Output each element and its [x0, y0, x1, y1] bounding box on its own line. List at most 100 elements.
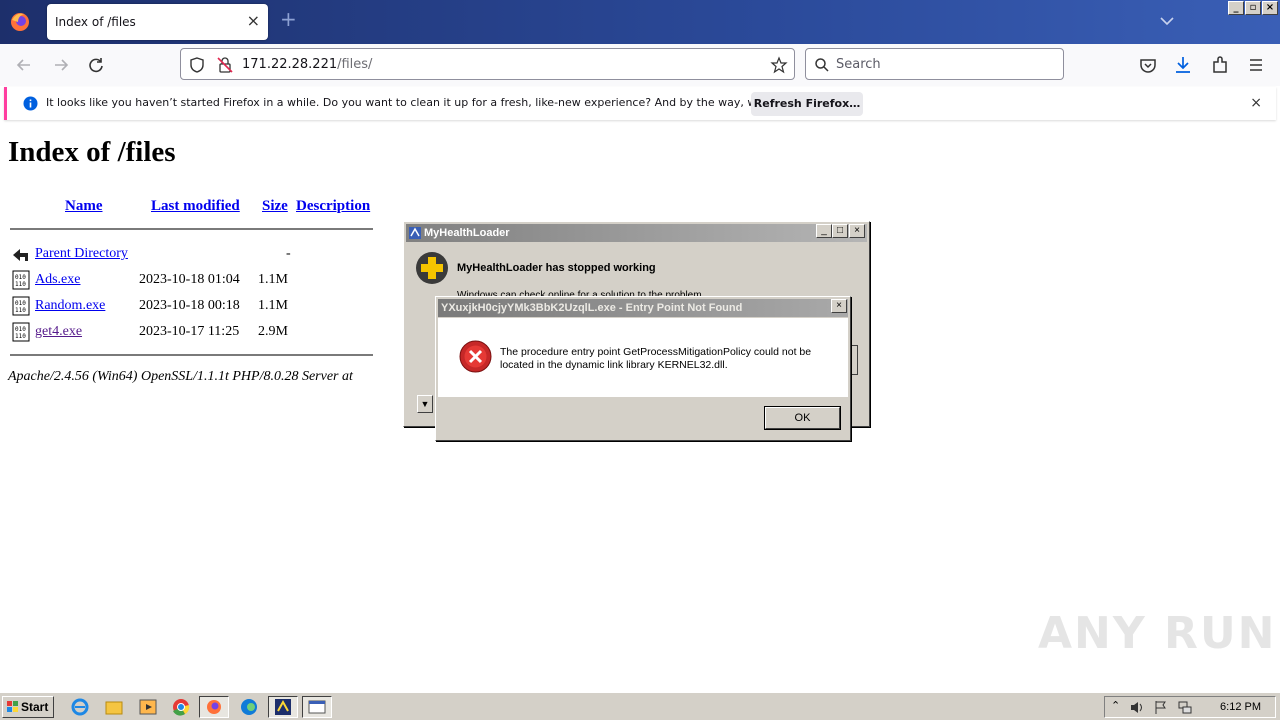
bookmark-star-icon[interactable]: [770, 56, 788, 74]
back-arrow-icon: [13, 249, 28, 261]
row-modified: 2023-10-18 00:18: [139, 298, 240, 313]
notification-text: It looks like you haven’t started Firefo…: [46, 96, 831, 109]
error-icon: [459, 340, 492, 373]
row-size: 2.9M: [258, 324, 288, 339]
url-text: 171.22.28.221/files/: [242, 57, 372, 72]
clock[interactable]: 6:12 PM: [1220, 701, 1261, 713]
hamburger-menu-icon[interactable]: [1245, 54, 1267, 76]
url-path: /files/: [337, 57, 373, 72]
server-signature: Apache/2.4.56 (Win64) OpenSSL/1.1.1t PHP…: [8, 369, 353, 384]
show-hidden-icons[interactable]: ⌃: [1111, 699, 1120, 712]
binary-file-icon: 010110: [12, 322, 30, 342]
start-label: Start: [21, 700, 49, 714]
error-dialog-title: YXuxjkH0cjyYMk3BbK2UzqlL.exe - Entry Poi…: [441, 302, 743, 314]
ok-button[interactable]: OK: [764, 406, 841, 430]
row-size: -: [286, 246, 291, 261]
svg-text:110: 110: [15, 281, 26, 288]
column-header-name[interactable]: Name: [65, 198, 103, 215]
tab-strip: Index of /files × + _ ▫ ×: [0, 0, 1280, 44]
flag-icon[interactable]: [1153, 700, 1169, 715]
insecure-lock-icon[interactable]: [216, 56, 234, 74]
row-size: 1.1M: [258, 272, 288, 287]
tab-active[interactable]: Index of /files ×: [47, 4, 268, 40]
svg-text:110: 110: [15, 333, 26, 340]
divider: [10, 354, 373, 356]
search-placeholder: Search: [836, 57, 881, 72]
anyrun-watermark: ANY RUN: [1038, 608, 1277, 659]
error-message: The procedure entry point GetProcessMiti…: [500, 346, 812, 371]
forward-icon[interactable]: [50, 54, 72, 76]
tab-title: Index of /files: [55, 15, 136, 29]
pocket-icon[interactable]: [1137, 54, 1159, 76]
svg-text:010: 010: [15, 326, 26, 333]
notification-close-button[interactable]: ×: [1250, 95, 1262, 111]
taskbar-myhealthloader[interactable]: [268, 696, 298, 718]
taskbar-firefox[interactable]: [199, 696, 229, 718]
error-close-button[interactable]: ×: [831, 299, 847, 313]
firefox-icon: [207, 700, 221, 714]
system-tray: ⌃ 6:12 PM: [1104, 696, 1276, 718]
chevron-down-icon[interactable]: [1158, 12, 1176, 30]
error-dialog-titlebar[interactable]: YXuxjkH0cjyYMk3BbK2UzqlL.exe - Entry Poi…: [438, 299, 848, 317]
edge-icon[interactable]: [238, 697, 260, 717]
column-header-last-modified[interactable]: Last modified: [151, 198, 240, 215]
info-icon: [23, 96, 38, 111]
reload-icon[interactable]: [85, 54, 107, 76]
folder-icon[interactable]: [103, 697, 125, 717]
file-link-get4-exe[interactable]: get4.exe: [35, 324, 82, 340]
window-icon: [308, 700, 326, 714]
error-dialog-body: The procedure entry point GetProcessMiti…: [438, 318, 848, 397]
crash-heading: MyHealthLoader has stopped working: [457, 262, 656, 274]
search-bar[interactable]: Search: [805, 48, 1064, 80]
parent-directory-link[interactable]: Parent Directory: [35, 246, 128, 262]
row-size: 1.1M: [258, 298, 288, 313]
close-window-button[interactable]: ×: [1262, 1, 1278, 15]
start-button[interactable]: Start: [2, 696, 54, 718]
taskbar: Start ⌃ 6:12 PM: [0, 692, 1280, 720]
page-title: Index of /files: [8, 136, 176, 168]
svg-text:110: 110: [15, 307, 26, 314]
binary-file-icon: 010110: [12, 296, 30, 316]
svg-text:010: 010: [15, 300, 26, 307]
details-toggle-button[interactable]: ▼: [417, 395, 433, 413]
crash-maximize-button[interactable]: □: [832, 224, 848, 238]
app-icon: [409, 227, 421, 239]
new-tab-button[interactable]: +: [280, 9, 297, 29]
error-dialog: YXuxjkH0cjyYMk3BbK2UzqlL.exe - Entry Poi…: [435, 296, 851, 441]
app-icon: [275, 699, 291, 715]
url-host: 171.22.28.221: [242, 57, 338, 72]
problem-reporting-icon: [416, 252, 448, 284]
restore-button[interactable]: ▫: [1245, 1, 1261, 15]
network-icon[interactable]: [1177, 700, 1193, 715]
row-modified: 2023-10-18 01:04: [139, 272, 240, 287]
file-link-random-exe[interactable]: Random.exe: [35, 298, 105, 314]
crash-dialog-titlebar[interactable]: MyHealthLoader: [406, 224, 867, 242]
url-bar[interactable]: 171.22.28.221/files/: [180, 48, 795, 80]
firefox-icon[interactable]: [6, 8, 34, 36]
notification-bar: It looks like you haven’t started Firefo…: [4, 87, 1276, 120]
column-header-description[interactable]: Description: [296, 198, 370, 215]
crash-minimize-button[interactable]: _: [816, 224, 832, 238]
shield-icon[interactable]: [188, 56, 206, 74]
row-modified: 2023-10-17 11:25: [139, 324, 240, 339]
extensions-icon[interactable]: [1209, 54, 1231, 76]
minimize-button[interactable]: _: [1228, 1, 1244, 15]
media-player-icon[interactable]: [137, 697, 159, 717]
crash-close-button[interactable]: ×: [849, 224, 865, 238]
search-icon: [815, 58, 829, 72]
windows-logo-icon: [7, 701, 18, 712]
volume-icon[interactable]: [1129, 700, 1145, 715]
chrome-icon[interactable]: [170, 697, 192, 717]
taskbar-error-dialog[interactable]: [302, 696, 332, 718]
divider: [10, 228, 373, 230]
download-icon[interactable]: [1172, 54, 1194, 76]
refresh-firefox-button[interactable]: Refresh Firefox…: [751, 92, 863, 116]
back-icon[interactable]: [13, 54, 35, 76]
svg-text:010: 010: [15, 274, 26, 281]
crash-dialog-title: MyHealthLoader: [424, 227, 510, 239]
tab-close-button[interactable]: ×: [247, 13, 260, 29]
column-header-size[interactable]: Size: [262, 198, 288, 215]
file-link-ads-exe[interactable]: Ads.exe: [35, 272, 81, 288]
binary-file-icon: 010110: [12, 270, 30, 290]
internet-explorer-icon[interactable]: [69, 697, 91, 717]
